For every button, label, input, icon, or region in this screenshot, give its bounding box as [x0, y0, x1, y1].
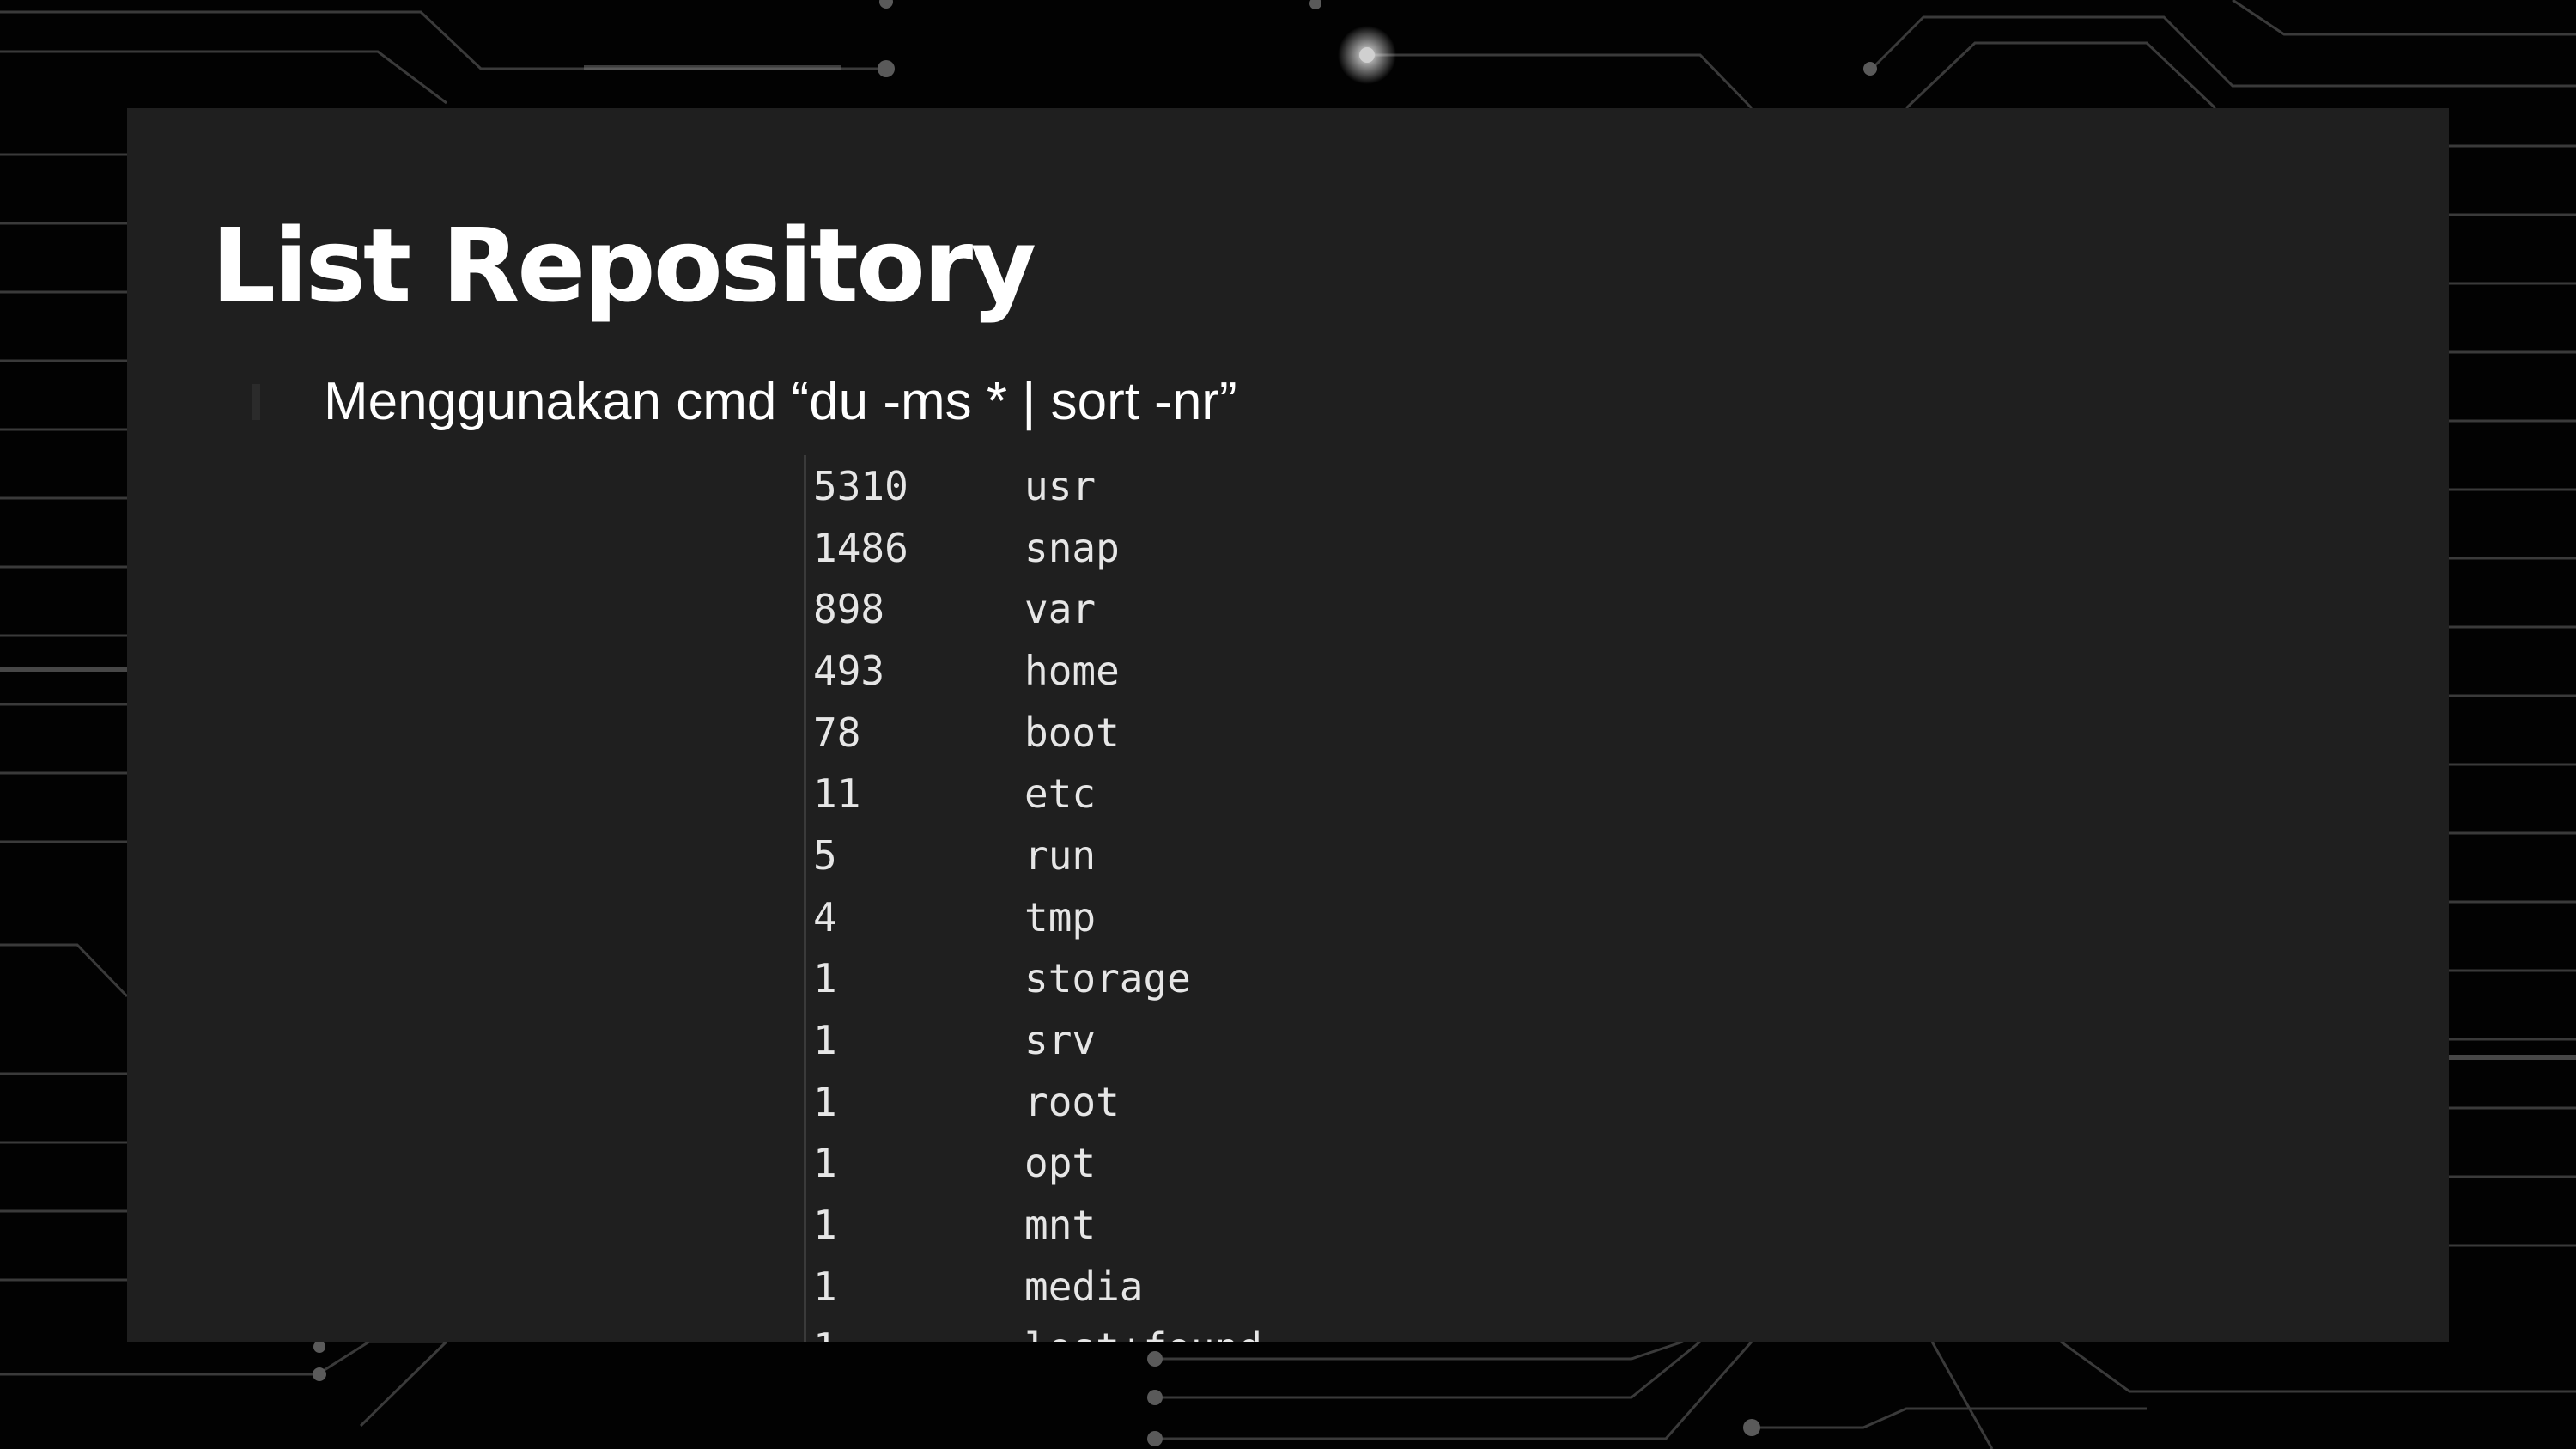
- terminal-directory-name: usr: [1024, 462, 1097, 509]
- terminal-row: 1 media: [806, 1256, 1510, 1318]
- terminal-row: 493 home: [806, 640, 1510, 702]
- terminal-directory-name: media: [1024, 1263, 1144, 1310]
- terminal-row: 1 opt: [806, 1133, 1510, 1195]
- terminal-size-value: 1: [813, 955, 837, 1002]
- terminal-directory-name: lost+found: [1024, 1324, 1262, 1342]
- bullet-text: Menggunakan cmd “du -ms * | sort -nr”: [324, 372, 1237, 431]
- terminal-directory-name: opt: [1024, 1140, 1097, 1187]
- terminal-directory-name: run: [1024, 831, 1097, 879]
- terminal-directory-name: etc: [1024, 770, 1097, 818]
- terminal-directory-name: snap: [1024, 524, 1120, 571]
- terminal-row: 4 tmp: [806, 886, 1510, 948]
- terminal-row: 5310 usr: [806, 455, 1510, 517]
- terminal-size-value: 4: [813, 893, 837, 941]
- terminal-size-value: 11: [813, 770, 861, 818]
- bullet-item: Menggunakan cmd “du -ms * | sort -nr”: [252, 371, 1237, 432]
- slide-stage: List Repository Menggunakan cmd “du -ms …: [0, 0, 2576, 1449]
- terminal-row: 78 boot: [806, 702, 1510, 764]
- terminal-size-value: 1: [813, 1263, 837, 1310]
- terminal-size-value: 1: [813, 1017, 837, 1064]
- terminal-size-value: 78: [813, 709, 861, 756]
- terminal-row: 1 storage: [806, 948, 1510, 1010]
- terminal-size-value: 1486: [813, 524, 908, 571]
- terminal-row: 898 var: [806, 578, 1510, 640]
- slide-panel: List Repository Menggunakan cmd “du -ms …: [127, 108, 2449, 1342]
- terminal-row: 5 run: [806, 825, 1510, 886]
- terminal-directory-name: boot: [1024, 709, 1120, 756]
- terminal-output-image: 5310 usr 1486 snap 898 var 493 home 78 boot 11 etc 5…: [804, 455, 1510, 1342]
- terminal-row: 1lost+found: [806, 1318, 1510, 1342]
- terminal-size-value: 5310: [813, 462, 908, 509]
- terminal-row: 1486 snap: [806, 517, 1510, 579]
- terminal-directory-name: var: [1024, 586, 1097, 633]
- terminal-directory-name: home: [1024, 647, 1120, 694]
- bullet-marker: [252, 383, 260, 420]
- terminal-row: 1 mnt: [806, 1194, 1510, 1256]
- terminal-directory-name: storage: [1024, 955, 1191, 1002]
- terminal-directory-name: mnt: [1024, 1202, 1097, 1249]
- terminal-size-value: 493: [813, 647, 885, 694]
- terminal-row: 1 srv: [806, 1009, 1510, 1071]
- terminal-directory-name: root: [1024, 1078, 1120, 1125]
- terminal-size-value: 1: [813, 1140, 837, 1187]
- terminal-size-value: 1: [813, 1202, 837, 1249]
- terminal-size-value: 1: [813, 1078, 837, 1125]
- terminal-directory-name: tmp: [1024, 893, 1097, 941]
- terminal-size-value: 898: [813, 586, 885, 633]
- terminal-row: 11 etc: [806, 763, 1510, 825]
- terminal-size-value: 5: [813, 831, 837, 879]
- terminal-row: 1 root: [806, 1071, 1510, 1133]
- terminal-size-value: 1: [806, 1324, 1024, 1342]
- slide-title: List Repository: [211, 206, 1036, 325]
- terminal-directory-name: srv: [1024, 1017, 1097, 1064]
